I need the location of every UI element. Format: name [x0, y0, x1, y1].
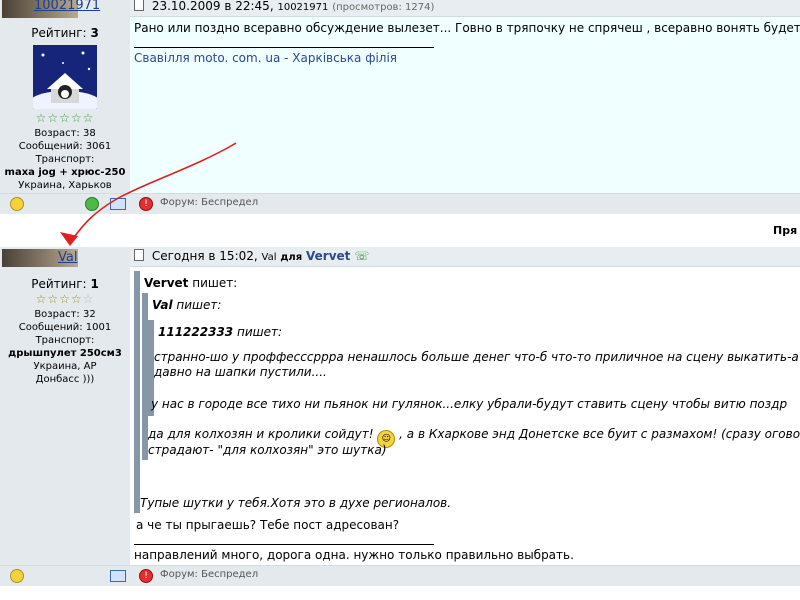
- signature-divider: [134, 544, 434, 545]
- transport-label: Транспорт:: [35, 154, 95, 165]
- signature: Свавілля moto. com. ua - Харківська філі…: [134, 51, 398, 65]
- mail-icon[interactable]: [110, 198, 126, 210]
- post-date: Сегодня в 15:02,: [151, 249, 258, 263]
- quote-text: давно на шапки пустили....: [154, 365, 327, 379]
- mascot-icon: [33, 45, 97, 109]
- post-2-footer: ! Форум: Беспредел: [0, 565, 800, 586]
- rating-stars: ☆☆☆☆☆: [35, 111, 95, 125]
- author-link[interactable]: Val: [58, 250, 77, 265]
- post-2-sidebar: Val Рейтинг: 1 ☆☆☆☆☆ Возраст: 32 Сообщен…: [0, 247, 130, 565]
- signature: направлений много, дорога одна. нужно то…: [134, 548, 574, 562]
- rating-stars: ☆☆☆☆☆: [35, 292, 95, 306]
- doc-icon: [134, 249, 144, 261]
- avatar: [33, 45, 97, 109]
- post-header: 23.10.2009 в 22:45, 10021971 (просмотров…: [130, 0, 800, 17]
- views: (просмотров: 1274): [332, 2, 435, 13]
- post-1-footer: ! Форум: Беспредел: [0, 193, 800, 214]
- post-author: Val: [261, 252, 277, 263]
- messages-count: Сообщений: 3061: [18, 141, 112, 152]
- location: Донбасс ))): [35, 374, 95, 385]
- post-2-content: Сегодня в 15:02, Val для Vervet ☏ Vervet…: [130, 247, 800, 565]
- messages-count: Сообщений: 1001: [18, 322, 112, 333]
- transport: дрышпулет 250см3: [8, 348, 122, 359]
- lightbulb-icon[interactable]: [10, 197, 24, 211]
- quote-text: Тупые шутки у тебя.Хотя это в духе регио…: [140, 496, 452, 510]
- location: Украина, АР: [33, 361, 97, 372]
- post-author: 10021971: [277, 2, 329, 13]
- quote-text: страдают- "для колхозян" это шутка): [148, 443, 387, 457]
- post-2: Val Рейтинг: 1 ☆☆☆☆☆ Возраст: 32 Сообщен…: [0, 247, 800, 590]
- signature-divider: [134, 47, 434, 48]
- phone-icon: ☏: [354, 249, 370, 263]
- addressee-link[interactable]: Vervet: [306, 249, 350, 263]
- warning-icon[interactable]: !: [139, 197, 153, 211]
- reply-text: а че ты прыгаешь? Тебе пост адресован?: [136, 518, 400, 532]
- mail-icon[interactable]: [110, 570, 126, 582]
- lightbulb-icon[interactable]: [10, 569, 24, 583]
- post-1: 10021971 Рейтинг: 3 ☆☆☆☆☆ Возраст: 38 Со…: [0, 0, 800, 214]
- divider-text: Пря: [773, 224, 798, 237]
- quote-text: у нас в городе все тихо ни пьянок ни гул…: [151, 397, 788, 411]
- location: Украина, Харьков: [18, 180, 112, 191]
- post-date: 23.10.2009 в 22:45,: [151, 0, 274, 13]
- post-text: Рано или поздно всеравно обсуждение выле…: [134, 21, 800, 35]
- post-1-sidebar: 10021971 Рейтинг: 3 ☆☆☆☆☆ Возраст: 38 Со…: [0, 0, 130, 193]
- doc-icon: [134, 0, 144, 11]
- author-link[interactable]: 10021971: [34, 0, 100, 13]
- warning-icon[interactable]: !: [139, 569, 153, 583]
- transport-label: Транспорт:: [35, 335, 95, 346]
- age: Возраст: 38: [34, 128, 96, 139]
- post-1-content: 23.10.2009 в 22:45, 10021971 (просмотров…: [130, 0, 800, 193]
- rating: Рейтинг: 1: [31, 277, 99, 291]
- post-header: Сегодня в 15:02, Val для Vervet ☏: [130, 247, 800, 267]
- forum-label: Форум: Беспредел: [160, 569, 259, 580]
- flower-icon[interactable]: [85, 197, 99, 211]
- transport: maxa jog + хрюс-250: [4, 167, 126, 178]
- forum-label: Форум: Беспредел: [160, 197, 259, 208]
- for-label: для: [280, 252, 303, 263]
- age: Возраст: 32: [34, 309, 96, 320]
- rating: Рейтинг: 3: [31, 26, 99, 40]
- quote-111222333: 111222333 пишет: странно-шо у проффессср…: [148, 320, 800, 416]
- quote-text: странно-шо у проффесссррра ненашлось бол…: [154, 350, 799, 364]
